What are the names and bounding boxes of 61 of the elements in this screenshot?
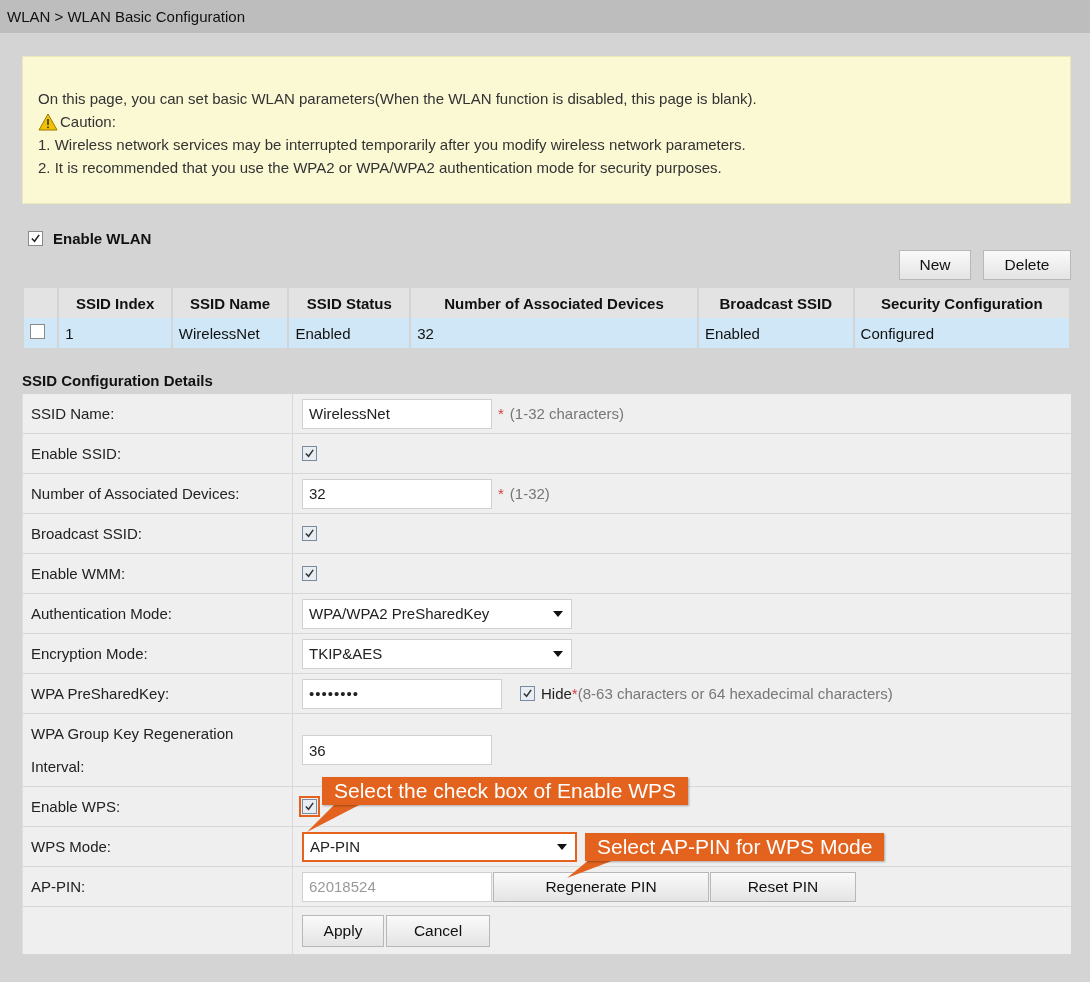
- dropdown[interactable]: TKIP&AES: [302, 638, 572, 669]
- text-field[interactable]: WirelessNet: [302, 398, 492, 429]
- field-hint: (8-63 characters or 64 hexadecimal characters): [577, 685, 893, 702]
- table-cell: WirelessNet: [172, 318, 288, 348]
- column-header: Number of Associated Devices: [411, 288, 697, 318]
- checkbox[interactable]: [302, 446, 317, 461]
- checkbox[interactable]: [302, 566, 317, 581]
- password-field[interactable]: ••••••••: [302, 678, 502, 709]
- field-label: Authentication Mode:: [31, 604, 172, 624]
- checkbox[interactable]: [520, 686, 535, 701]
- warning-icon: [38, 112, 58, 131]
- table-cell: Enabled: [698, 318, 853, 348]
- field-label: Enable SSID:: [31, 444, 122, 464]
- column-header: SSID Status: [289, 288, 410, 318]
- field-label: WPS Mode:: [31, 837, 112, 857]
- caution-title: Caution:: [60, 112, 116, 132]
- table-row[interactable]: 1 WirelessNet Enabled 32 Enabled Configured: [24, 318, 1069, 348]
- field-label: Number of Associated Devices:: [31, 484, 240, 504]
- dropdown[interactable]: WPA/WPA2 PreSharedKey: [302, 598, 572, 629]
- field-label: WPA PreSharedKey:: [31, 684, 170, 704]
- field-label: Encryption Mode:: [31, 644, 148, 664]
- row-checkbox[interactable]: [30, 324, 45, 339]
- column-header: Broadcast SSID: [698, 288, 853, 318]
- field-hint: (1-32): [509, 485, 550, 502]
- action-button[interactable]: Cancel: [386, 914, 490, 947]
- dropdown[interactable]: AP-PIN: [302, 831, 577, 862]
- table-button[interactable]: New: [899, 250, 971, 280]
- column-header: SSID Name: [172, 288, 288, 318]
- field-label: Enable WPS:: [31, 797, 121, 817]
- required-mark: *: [498, 405, 504, 422]
- caret-icon: [553, 650, 563, 657]
- table-header-cell: [24, 288, 58, 318]
- table-cell: Configured: [854, 318, 1069, 348]
- action-button[interactable]: Apply: [302, 914, 384, 947]
- field-hint: (1-32 characters): [509, 405, 625, 422]
- notice-text: On this page, you can set basic WLAN parameters(When the WLAN function is disabled, this page is blank).: [38, 89, 758, 109]
- checkbox-label: Hide: [541, 685, 572, 702]
- caution-item: 1. Wireless network services may be interrupted temporarily after you modify wireless network parameters.: [38, 135, 747, 155]
- field-label: WPA Group Key Regeneration Interval:: [31, 724, 235, 777]
- checkbox-label: Enable WLAN: [53, 230, 152, 247]
- column-header: SSID Index: [59, 288, 171, 318]
- breadcrumb: WLAN > WLAN Basic Configuration: [7, 8, 245, 25]
- field-label: Enable WMM:: [31, 564, 126, 584]
- checkbox[interactable]: [302, 526, 317, 541]
- caret-icon: [557, 843, 567, 850]
- table-button[interactable]: Delete: [983, 250, 1071, 280]
- table-cell: Enabled: [289, 318, 410, 348]
- field-label: Broadcast SSID:: [31, 524, 142, 544]
- text-field[interactable]: 32: [302, 478, 492, 509]
- table-cell: 1: [59, 318, 171, 348]
- checkbox[interactable]: [28, 231, 43, 246]
- field-label: AP-PIN:: [31, 877, 86, 897]
- caret-icon: [553, 610, 563, 617]
- caution-item: 2. It is recommended that you use the WPA2 or WPA/WPA2 authentication mode for security purposes.: [38, 158, 723, 178]
- text-field[interactable]: 36: [302, 735, 492, 765]
- required-mark: *: [498, 485, 504, 502]
- table-cell: 32: [411, 318, 697, 348]
- section-title: SSID Configuration Details: [22, 371, 214, 391]
- column-header: Security Configuration: [854, 288, 1069, 318]
- field-label: SSID Name:: [31, 404, 115, 424]
- required-mark: *: [571, 685, 578, 702]
